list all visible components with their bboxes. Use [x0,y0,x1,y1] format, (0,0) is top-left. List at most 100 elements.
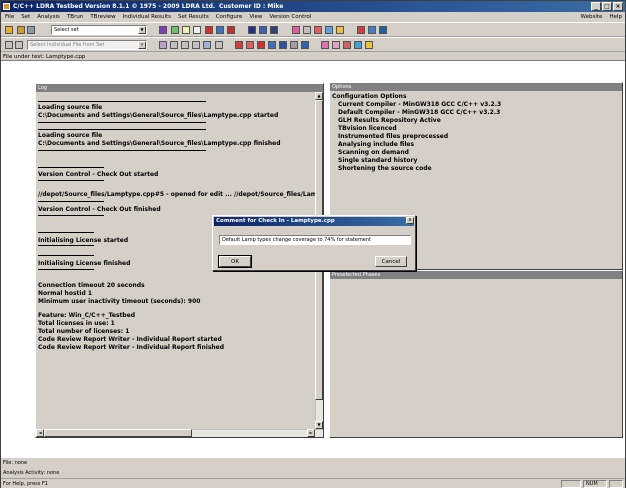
scroll-left-icon[interactable]: ◄ [36,429,44,437]
graph-icon[interactable] [368,26,376,34]
chevron-down-icon[interactable]: ▼ [138,41,146,49]
comment-input[interactable] [219,235,411,245]
phases-panel-title: Preselected Phases [330,271,622,279]
tbrun-icon[interactable] [292,26,300,34]
scroll-right-icon[interactable]: ► [307,429,315,437]
testcase-icon[interactable] [303,26,311,34]
file-select[interactable]: Select Individual File from Set ▼ [27,40,147,50]
menu-website[interactable]: Website [577,12,606,22]
individual-coverage-icon[interactable] [354,41,362,49]
option-line: Instrumented files preprocessed [338,133,449,140]
minimize-button[interactable]: _ [591,2,601,11]
xref-icon[interactable] [170,41,178,49]
separator [38,215,104,216]
menu-set[interactable]: Set [17,12,33,22]
main-toolbar: Select set ▼ [1,22,625,37]
menu-view[interactable]: View [245,12,265,22]
individual-tbrun-icon[interactable] [321,41,329,49]
status-help-text: For Help, press F1 [3,481,49,487]
individual-call-icon[interactable] [279,41,287,49]
individual-regression-icon[interactable] [343,41,351,49]
log-line: Minimum user inactivity timeout (seconds… [38,298,201,305]
cancel-button[interactable]: Cancel [375,256,407,267]
individual-testcase-icon[interactable] [332,41,340,49]
separator [38,101,206,102]
individual-data-icon[interactable] [301,41,309,49]
menu-configure[interactable]: Configure [212,12,246,22]
menu-tbreview[interactable]: TBreview [86,12,118,22]
customer-id: Customer ID : Mike [219,3,284,10]
open-icon[interactable] [5,26,13,34]
individual-flow-icon[interactable] [268,41,276,49]
callgraph-icon[interactable] [259,26,267,34]
record-icon[interactable] [227,26,235,34]
menu-version-control[interactable]: Version Control [265,12,314,22]
status-cell-caps [561,480,581,488]
tree-icon[interactable] [270,26,278,34]
individual-quality-icon[interactable] [257,41,265,49]
individual-highlight-icon[interactable] [365,41,373,49]
metrics-icon[interactable] [357,26,365,34]
individual-tree-icon[interactable] [290,41,298,49]
menu-file[interactable]: File [1,12,17,22]
menu-analysis[interactable]: Analysis [33,12,63,22]
log-line: Connection timeout 20 seconds [38,282,145,289]
flowgraph-icon[interactable] [248,26,256,34]
log-horizontal-scrollbar[interactable]: ◄ ► [36,429,323,437]
instrument-icon[interactable] [181,41,189,49]
save-icon[interactable] [27,26,35,34]
execute-icon[interactable] [192,41,200,49]
highlight-icon[interactable] [336,26,344,34]
dynamic-icon[interactable] [203,41,211,49]
separator [38,245,94,246]
folder-icon[interactable] [17,26,25,34]
individual-report-icon[interactable] [235,41,243,49]
separator [38,232,94,233]
separator [38,129,206,130]
view-source-icon[interactable] [159,41,167,49]
log-line: Code Review Report Writer - Individual R… [38,336,222,343]
status-area: File: none Analysis Activity: none For H… [1,458,625,488]
menu-help[interactable]: Help [605,12,625,22]
options-panel-title: Options [330,83,622,91]
log-line: Feature: Win_C/C++_Testbed [38,312,136,319]
individual-metrics-icon[interactable] [246,41,254,49]
option-line: Configuration Options [332,93,407,100]
quality-icon[interactable] [182,26,190,34]
scroll-up-icon[interactable]: ▲ [315,92,323,100]
static-analysis-icon[interactable] [171,26,179,34]
close-button[interactable]: × [613,2,623,11]
option-line: Analysing include files [338,141,415,148]
file-icon[interactable] [5,41,13,49]
scroll-down-icon[interactable]: ▼ [315,421,323,429]
chart-icon[interactable] [379,26,387,34]
report-icon[interactable] [216,26,224,34]
stop-icon[interactable] [205,26,213,34]
log-line: C:\Documents and Settings\General\Source… [38,112,279,119]
app-icon [3,3,10,10]
log-line: Code Review Report Writer - Individual R… [38,344,225,351]
analyse-icon[interactable] [159,26,167,34]
separator [38,255,94,256]
menu-individual-results[interactable]: Individual Results [119,12,174,22]
log-hscroll-thumb[interactable] [44,429,192,437]
status-cell-scrl [609,480,623,488]
profile-icon[interactable] [215,41,223,49]
edit-icon[interactable] [15,41,23,49]
ok-button[interactable]: OK [218,255,252,268]
document-icon[interactable] [193,26,201,34]
option-line: Single standard history [338,157,418,164]
menu-tbrun[interactable]: TBrun [63,12,86,22]
maximize-button[interactable]: □ [602,2,612,11]
separator [38,167,104,168]
close-icon[interactable]: x [406,217,414,224]
separator [38,180,104,181]
menu-set-results[interactable]: Set Results [174,12,212,22]
chevron-down-icon[interactable]: ▼ [138,26,146,34]
log-line: Loading source file [38,104,103,111]
coverage-icon[interactable] [325,26,333,34]
set-select[interactable]: Select set ▼ [51,25,147,35]
option-line: TBvision licenced [338,125,397,132]
regression-icon[interactable] [314,26,322,34]
log-line: Total number of licenses: 1 [38,328,130,335]
